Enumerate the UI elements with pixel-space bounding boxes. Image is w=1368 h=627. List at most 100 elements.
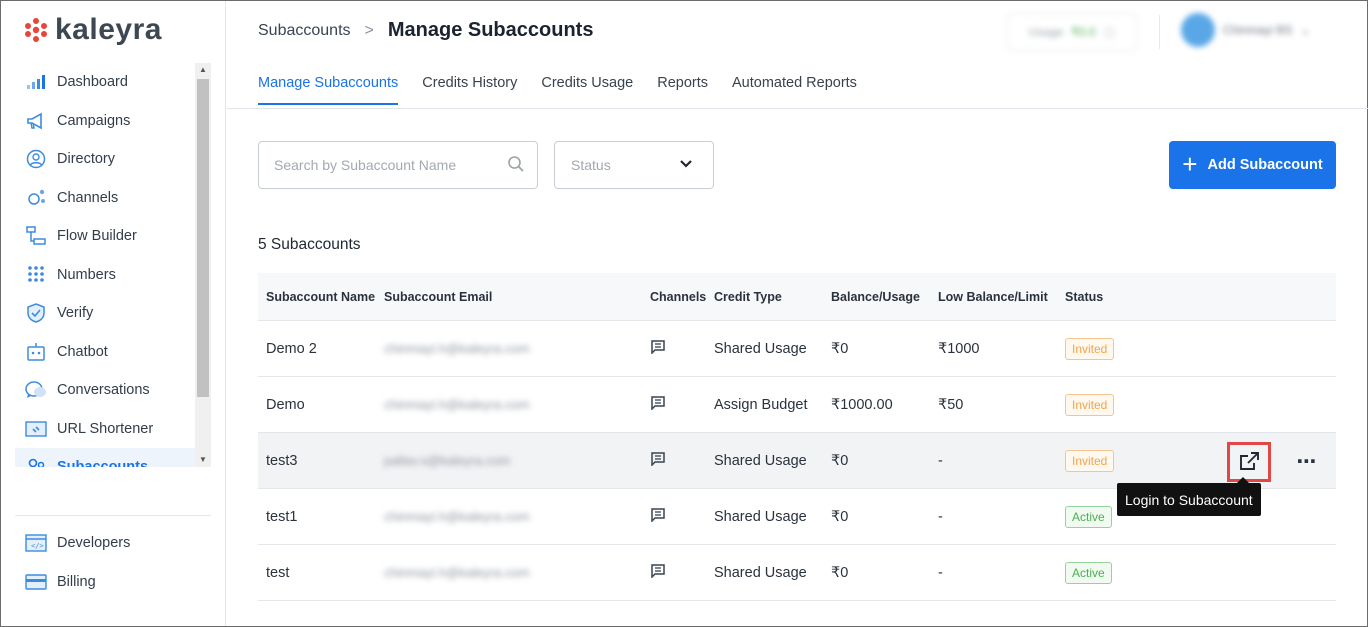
user-name: Chinmayi BS	[1223, 23, 1293, 37]
table-body: Demo 2 chinmayi.h@kaleyra.com Shared Usage…	[258, 321, 1336, 601]
megaphone-icon	[25, 111, 47, 131]
breadcrumb-parent-link[interactable]: Subaccounts	[258, 22, 351, 40]
table-row[interactable]: test chinmayi.h@kaleyra.com Shared Usage ₹0…	[258, 545, 1336, 601]
sms-message-icon	[650, 451, 666, 466]
breadcrumb: Subaccounts > Manage Subaccounts	[258, 19, 593, 42]
sidebar-item-developers[interactable]: </> Developers	[15, 524, 211, 563]
scroll-down-arrow-icon[interactable]: ▼	[195, 453, 211, 467]
sidebar-item-label: Channels	[57, 189, 119, 206]
email-text: chinmayi.h@kaleyra.com	[384, 508, 530, 524]
low-balance-limit: -	[938, 508, 943, 525]
channels-cell	[642, 339, 714, 358]
sidebar-item-flow-builder[interactable]: Flow Builder	[15, 217, 211, 256]
table-header: Subaccount Name Subaccount Email Channels C…	[258, 273, 1336, 321]
user-menu[interactable]: Chinmayi BS ⌄	[1181, 13, 1310, 47]
subaccount-email: chinmayi.h@kaleyra.com	[384, 397, 642, 413]
more-options-icon[interactable]: ⋯	[1294, 449, 1320, 473]
bar-chart-icon	[25, 72, 47, 92]
plus-icon: +	[1182, 149, 1198, 179]
column-header: Low Balance/Limit	[938, 289, 1048, 304]
sidebar-item-verify[interactable]: Verify	[15, 294, 211, 333]
sidebar-item-directory[interactable]: Directory	[15, 140, 211, 179]
usage-label: Usage	[1028, 25, 1064, 39]
sidebar-item-conversations[interactable]: Conversations	[15, 371, 211, 410]
sidebar-item-chatbot[interactable]: Chatbot	[15, 333, 211, 372]
column-header: Credit Type	[714, 289, 782, 304]
subaccount-name: test1	[266, 508, 298, 525]
low-balance-limit: -	[938, 564, 943, 581]
table-row[interactable]: Demo chinmayi.h@kaleyra.com Assign Budget ₹…	[258, 377, 1336, 433]
status-dropdown[interactable]: Status	[554, 141, 714, 189]
usage-balance-pill[interactable]: Usage ₹0.0 ⓘ	[1007, 13, 1137, 51]
sidebar-item-campaigns[interactable]: Campaigns	[15, 102, 211, 141]
sidebar-item-label: Numbers	[57, 266, 116, 283]
sidebar-item-url-shortener[interactable]: URL Shortener	[15, 410, 211, 449]
sidebar-item-label: Dashboard	[57, 74, 128, 91]
flow-icon	[25, 226, 47, 246]
channels-cell	[642, 507, 714, 526]
sidebar-bottom-nav: </> Developers Billing	[15, 524, 211, 601]
subaccount-name: Demo	[266, 396, 305, 413]
credit-type: Shared Usage	[714, 452, 807, 469]
sidebar-item-label: Chatbot	[57, 343, 108, 360]
link-icon	[25, 419, 47, 439]
tab-manage-subaccounts[interactable]: Manage Subaccounts	[258, 75, 399, 105]
tab-credits-history[interactable]: Credits History	[422, 75, 517, 105]
add-subaccount-label: Add Subaccount	[1207, 157, 1323, 173]
subaccount-name: test3	[266, 452, 298, 469]
tab-reports[interactable]: Reports	[657, 75, 708, 105]
sidebar-item-label: URL Shortener	[57, 420, 154, 437]
credit-type: Shared Usage	[714, 340, 807, 357]
sidebar-item-label: Subaccounts	[57, 459, 148, 467]
credit-card-icon	[25, 572, 47, 592]
search-input[interactable]: Search by Subaccount Name	[258, 141, 538, 189]
sidebar-item-label: Conversations	[57, 382, 150, 399]
shield-check-icon	[25, 303, 47, 324]
sidebar-item-billing[interactable]: Billing	[15, 563, 211, 602]
search-icon	[508, 156, 524, 172]
column-header: Channels	[650, 289, 707, 304]
status-badge: Invited	[1065, 393, 1115, 416]
tab-credits-usage[interactable]: Credits Usage	[541, 75, 633, 105]
channels-cell	[642, 451, 714, 470]
status-cell: Active	[1065, 561, 1165, 584]
dial-pad-icon	[25, 265, 47, 285]
table-row[interactable]: Demo 2 chinmayi.h@kaleyra.com Shared Usage…	[258, 321, 1336, 377]
tab-bar: Manage Subaccounts Credits History Credits…	[258, 75, 857, 105]
tab-automated-reports[interactable]: Automated Reports	[732, 75, 857, 105]
sidebar-item-numbers[interactable]: Numbers	[15, 256, 211, 295]
code-window-icon: </>	[25, 533, 47, 553]
sidebar-item-label: Billing	[57, 573, 96, 590]
login-tooltip: Login to Subaccount	[1117, 483, 1261, 516]
table-row[interactable]: test3 pallav.s@kaleyra.com Shared Usage ₹0 -…	[258, 433, 1336, 489]
sidebar-item-label: Flow Builder	[57, 228, 137, 245]
sidebar-scrollbar[interactable]: ▲ ▼	[195, 63, 211, 467]
bot-icon	[25, 342, 47, 362]
kaleyra-logo[interactable]: kaleyra	[23, 13, 162, 47]
status-cell: Invited	[1065, 337, 1165, 360]
kaleyra-logo-icon	[25, 18, 47, 42]
credit-type: Shared Usage	[714, 564, 807, 581]
balance-usage: ₹1000.00	[831, 396, 893, 413]
sms-message-icon	[650, 507, 666, 522]
scrollbar-thumb[interactable]	[197, 79, 209, 397]
low-balance-limit: -	[938, 452, 943, 469]
status-cell: Invited	[1065, 449, 1165, 472]
breadcrumb-separator-icon: >	[364, 21, 374, 39]
add-subaccount-button[interactable]: + Add Subaccount	[1169, 141, 1336, 189]
usage-value: ₹0.0	[1071, 25, 1096, 39]
sidebar-item-dashboard[interactable]: Dashboard	[15, 63, 211, 102]
contact-icon	[25, 149, 47, 169]
sidebar: kaleyra Dashboard Campaigns Directory Chann…	[1, 1, 226, 626]
login-to-subaccount-button[interactable]	[1227, 442, 1271, 482]
sidebar-item-channels[interactable]: Channels	[15, 179, 211, 218]
external-link-icon	[1240, 452, 1259, 470]
sidebar-item-subaccounts[interactable]: Subaccounts	[15, 448, 211, 467]
email-text: chinmayi.h@kaleyra.com	[384, 564, 530, 580]
page-title: Manage Subaccounts	[387, 19, 594, 41]
column-header: Subaccount Name	[266, 289, 376, 304]
subaccount-email: chinmayi.h@kaleyra.com	[384, 341, 642, 357]
header-divider	[1159, 15, 1160, 49]
scroll-up-arrow-icon[interactable]: ▲	[195, 63, 211, 77]
sidebar-item-label: Campaigns	[57, 112, 131, 129]
